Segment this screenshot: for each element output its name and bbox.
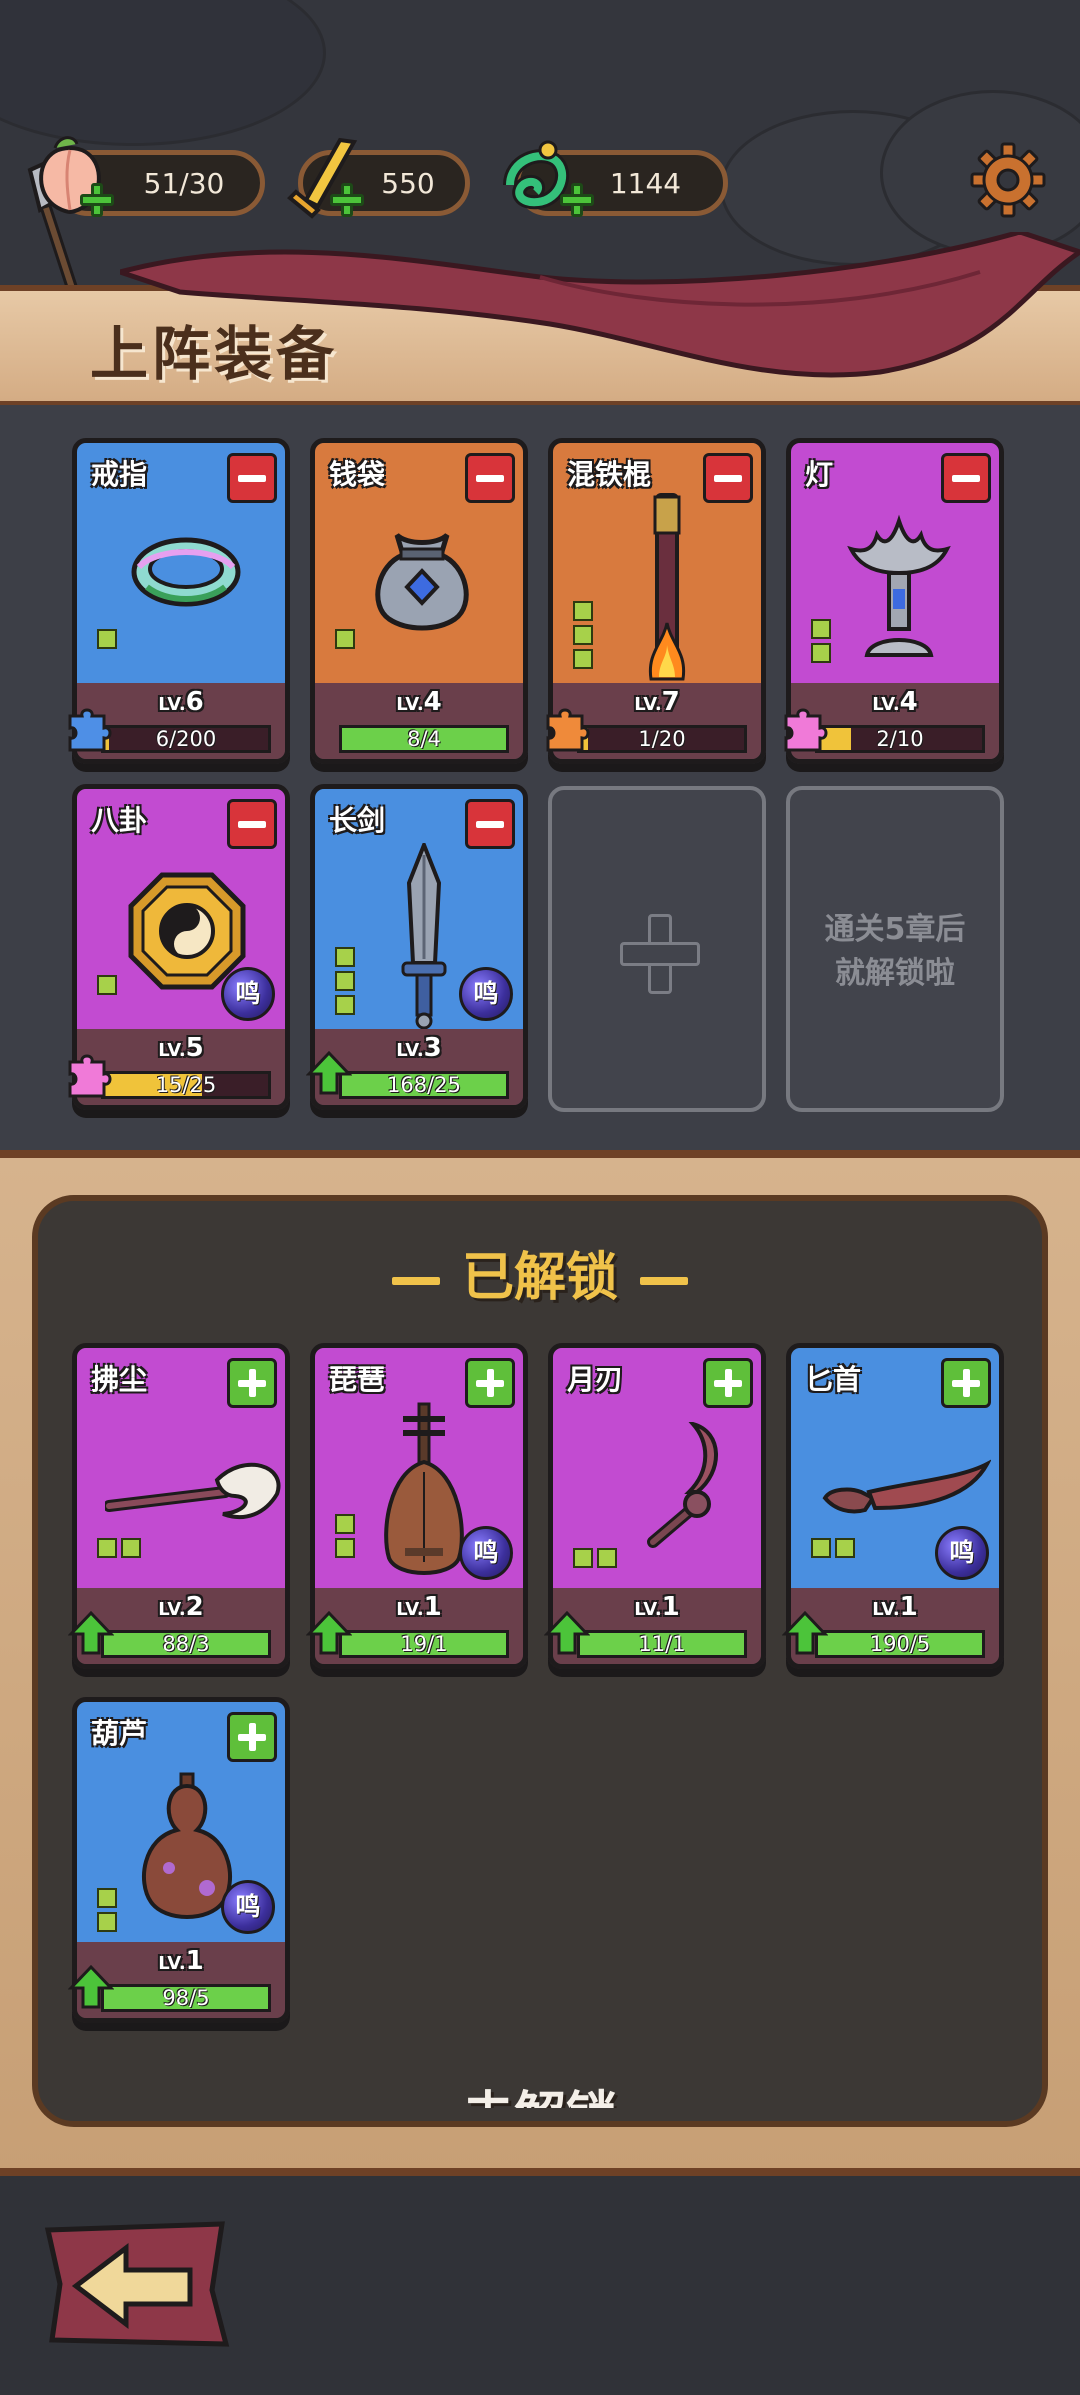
locked-slot-text-1: 通关5章后 xyxy=(824,912,966,947)
ming-badge: 鸣 xyxy=(221,1880,275,1934)
card-name: 琵琶 xyxy=(329,1363,386,1396)
upgrade-arrow-icon xyxy=(306,1050,352,1095)
peach-add-button[interactable] xyxy=(80,183,114,217)
upgrade-arrow-icon xyxy=(68,1610,114,1655)
progress-bar: 88/3 xyxy=(101,1630,271,1658)
purse-icon xyxy=(375,532,469,631)
equipped-card-purse[interactable]: 钱袋 LV.4 8/4 xyxy=(310,438,528,764)
add-button[interactable] xyxy=(227,1358,277,1408)
remove-button[interactable] xyxy=(227,799,277,849)
staff-icon xyxy=(648,493,686,681)
empty-slot-locked: 通关5章后 就解锁啦 xyxy=(786,786,1004,1112)
add-button[interactable] xyxy=(465,1358,515,1408)
sword-icon xyxy=(401,843,447,1029)
remove-button[interactable] xyxy=(465,453,515,503)
progress-bar: 2/10 xyxy=(815,725,985,753)
moon-blade-icon xyxy=(647,1422,718,1548)
ring-icon xyxy=(131,537,241,607)
remove-button[interactable] xyxy=(227,453,277,503)
upgrade-arrow-icon xyxy=(68,1964,114,2009)
card-name: 月刃 xyxy=(567,1363,624,1396)
card-name: 拂尘 xyxy=(91,1363,148,1396)
sword-token-value: 550 xyxy=(381,166,435,200)
add-button[interactable] xyxy=(941,1358,991,1408)
card-level: LV.4 xyxy=(396,687,442,717)
puzzle-piece-icon xyxy=(68,708,112,752)
upgrade-arrow-icon xyxy=(306,1610,352,1655)
puzzle-piece-icon xyxy=(68,1054,112,1098)
pipa-icon xyxy=(384,1402,464,1575)
card-name: 长剑 xyxy=(329,804,386,837)
remove-button[interactable] xyxy=(465,799,515,849)
card-name: 钱袋 xyxy=(329,458,386,491)
peach-value: 51/30 xyxy=(143,166,225,200)
card-name: 戒指 xyxy=(91,458,148,491)
progress-bar: 190/5 xyxy=(815,1630,985,1658)
sword-token-add-button[interactable] xyxy=(330,183,364,217)
progress-bar: 1/20 xyxy=(577,725,747,753)
upgrade-arrow-icon xyxy=(782,1610,828,1655)
progress-bar: 8/4 xyxy=(339,725,509,753)
dagger-icon xyxy=(822,1459,991,1514)
empty-slot-add[interactable] xyxy=(548,786,766,1112)
locked-title-clip: 未解锁 xyxy=(0,2070,1080,2108)
progress-bar: 11/1 xyxy=(577,1630,747,1658)
jade-add-button[interactable] xyxy=(560,183,594,217)
gear-icon[interactable] xyxy=(970,142,1046,218)
progress-bar: 6/200 xyxy=(101,725,271,753)
ming-badge: 鸣 xyxy=(459,967,513,1021)
puzzle-piece-icon xyxy=(784,708,828,752)
puzzle-piece-icon xyxy=(546,708,590,752)
progress-bar: 98/5 xyxy=(101,1984,271,2012)
locked-slot-text-2: 就解锁啦 xyxy=(835,956,955,991)
locked-title: 未解锁 xyxy=(0,2074,1080,2108)
remove-button[interactable] xyxy=(703,453,753,503)
whisk-icon xyxy=(105,1462,281,1520)
card-name: 灯 xyxy=(805,458,834,491)
ming-badge: 鸣 xyxy=(459,1526,513,1580)
back-arrow-icon[interactable] xyxy=(40,2220,230,2350)
scarf-decoration xyxy=(120,232,1080,378)
progress-bar: 19/1 xyxy=(339,1630,509,1658)
ming-badge: 鸣 xyxy=(221,967,275,1021)
unlocked-title: 已解锁 xyxy=(0,1235,1080,1310)
card-name: 葫芦 xyxy=(91,1717,148,1750)
jade-value: 1144 xyxy=(609,166,682,200)
progress-bar: 15/25 xyxy=(101,1071,271,1099)
add-slot-icon xyxy=(620,914,700,994)
add-button[interactable] xyxy=(227,1712,277,1762)
progress-bar: 168/25 xyxy=(339,1071,509,1099)
card-name: 混铁棍 xyxy=(567,458,652,491)
lamp-icon xyxy=(847,514,951,657)
ming-badge: 鸣 xyxy=(935,1526,989,1580)
add-button[interactable] xyxy=(703,1358,753,1408)
upgrade-arrow-icon xyxy=(544,1610,590,1655)
remove-button[interactable] xyxy=(941,453,991,503)
card-name: 八卦 xyxy=(91,804,148,837)
card-name: 匕首 xyxy=(805,1363,862,1396)
